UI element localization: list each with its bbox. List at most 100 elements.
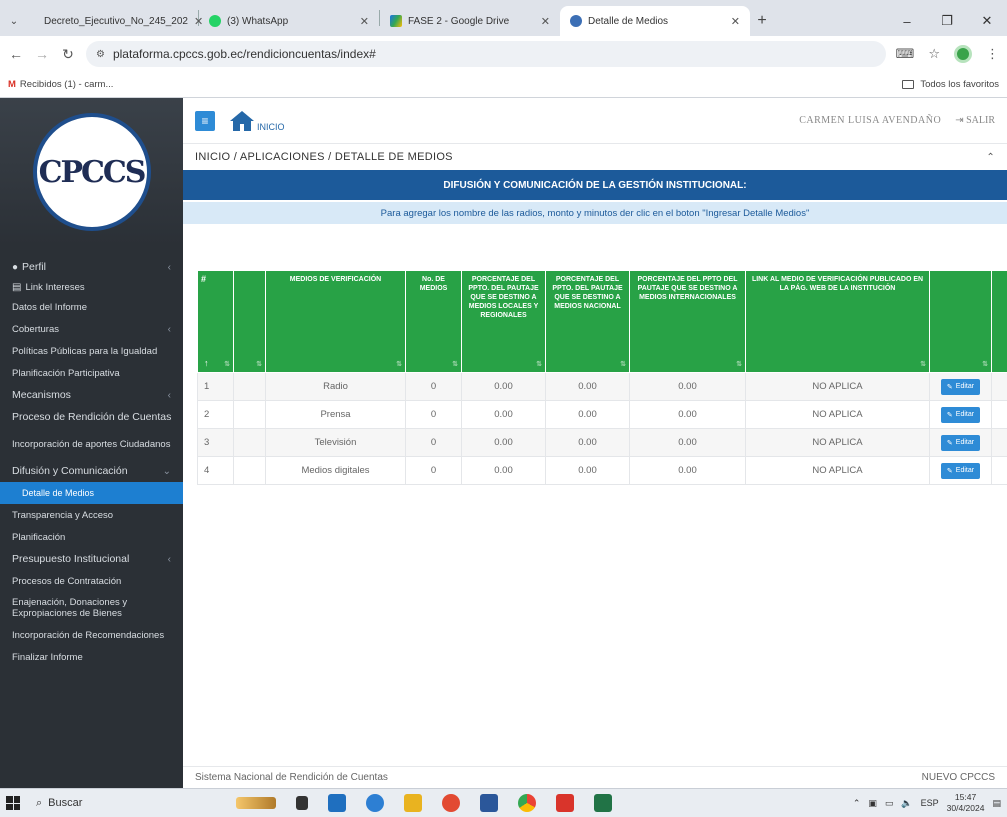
tab-search-chevron-icon[interactable]: ⌄ [0, 6, 28, 36]
sidebar-item-presupuesto[interactable]: Presupuesto Institucional ‹ [0, 548, 183, 570]
col-header-number[interactable]: # ↑ ⇅ [197, 270, 234, 373]
chevron-up-icon[interactable]: ⌃ [853, 798, 861, 809]
sidebar-item-perfil[interactable]: ● Perfil ‹ [0, 256, 183, 278]
cell-actions: ✎ Editar [929, 400, 992, 429]
col-header-actions[interactable]: ⇅ [929, 270, 992, 373]
star-icon[interactable]: ☆ [928, 46, 940, 62]
word-icon[interactable] [480, 794, 498, 812]
menu-icon[interactable]: ⋮ [986, 46, 999, 62]
translate-icon[interactable]: ⌨ [896, 46, 915, 62]
table-row: 1 Radio 0 0.00 0.00 0.00 NO APLICA ✎ Editar [197, 372, 1007, 401]
sidebar-item-aportes[interactable]: Incorporación de aportes Ciudadanos [0, 428, 183, 460]
edge-icon[interactable] [366, 794, 384, 812]
url-input[interactable]: ⚙ plataforma.cpccs.gob.ec/rendicioncuent… [86, 41, 886, 67]
media-icon[interactable] [442, 794, 460, 812]
chrome-icon[interactable] [518, 794, 536, 812]
cell-medio: Prensa [265, 400, 406, 429]
sidebar-item-planificacion[interactable]: Planificación [0, 526, 183, 548]
col-header-extra[interactable]: ⇅ [991, 270, 1007, 373]
language-indicator[interactable]: ESP [921, 798, 939, 808]
col-header-blank[interactable]: ⇅ [233, 270, 266, 373]
col-header-locales[interactable]: PORCENTAJE DEL PPTO. DEL PAUTAJE QUE SE … [461, 270, 546, 373]
cell-nacional: 0.00 [545, 456, 630, 485]
sidebar-item-datos-informe[interactable]: Datos del Informe [0, 296, 183, 318]
new-tab-icon[interactable]: + [750, 6, 774, 36]
cell-actions: ✎ Editar [929, 372, 992, 401]
clock[interactable]: 15:47 30/4/2024 [947, 792, 985, 814]
reload-icon[interactable]: ↻ [60, 46, 76, 63]
col-header-internacionales[interactable]: PORCENTAJE DEL PPTO DEL PAUTAJE QUE SE D… [629, 270, 746, 373]
close-tab-icon[interactable]: ✕ [541, 15, 550, 28]
sidebar-item-enajenacion[interactable]: Enajenación, Donaciones y Expropiaciones… [0, 592, 183, 624]
bookmark-gmail[interactable]: Recibidos (1) - carm... [20, 79, 113, 90]
battery-icon[interactable]: ▭ [885, 798, 894, 809]
cell-num: 0 [405, 372, 462, 401]
col-header-no-medios[interactable]: No. DE MEDIOS ⇅ [405, 270, 462, 373]
close-tab-icon[interactable]: ✕ [731, 15, 740, 28]
book-icon: ▤ [12, 281, 22, 293]
excel-icon[interactable] [594, 794, 612, 812]
windows-start-icon[interactable] [6, 796, 20, 810]
browser-tab[interactable]: (3) WhatsApp ✕ [199, 6, 379, 36]
sidebar-item-contratacion[interactable]: Procesos de Contratación [0, 570, 183, 592]
edit-button[interactable]: ✎ Editar [940, 462, 981, 479]
col-header-nacional[interactable]: PORCENTAJE DEL PPTO. DEL PAUTAJE QUE SE … [545, 270, 630, 373]
widget-icon[interactable] [236, 797, 276, 809]
row-number: 3 [197, 428, 234, 457]
table-header-row: # ↑ ⇅ ⇅ MEDIOS DE VERIFICACIÓN ⇅ No. DE MED… [197, 270, 1007, 373]
site-info-icon[interactable]: ⚙ [96, 49, 105, 60]
gmail-icon: M [8, 79, 16, 90]
restore-icon[interactable]: ❐ [927, 13, 967, 29]
logout-button[interactable]: ⇥ SALIR [955, 115, 995, 126]
acrobat-icon[interactable] [556, 794, 574, 812]
volume-icon[interactable]: 🔈 [901, 798, 912, 809]
cell-medio: Televisión [265, 428, 406, 457]
chevron-down-icon: ⌄ [162, 465, 171, 477]
sidebar-item-politicas[interactable]: Políticas Públicas para la Igualdad [0, 340, 183, 362]
footer: Sistema Nacional de Rendición de Cuentas… [183, 766, 1007, 788]
cell-link: NO APLICA [745, 400, 930, 429]
col-header-link[interactable]: LINK AL MEDIO DE VERIFICACIÓN PUBLICADO … [745, 270, 930, 373]
browser-tab-active[interactable]: Detalle de Medios ✕ [560, 6, 750, 36]
close-tab-icon[interactable]: ✕ [360, 15, 369, 28]
all-bookmarks-button[interactable]: Todos los favoritos [902, 79, 999, 90]
sidebar-item-planificacion-participativa[interactable]: Planificación Participativa [0, 362, 183, 384]
menu-toggle-button[interactable]: ≡ [195, 110, 215, 131]
notifications-icon[interactable]: ▤ [992, 798, 1001, 809]
edit-button[interactable]: ✎ Editar [940, 378, 981, 395]
back-icon[interactable]: ← [8, 46, 24, 62]
sidebar-item-rendicion[interactable]: Proceso de Rendición de Cuentas [0, 406, 183, 428]
search-icon: ⌕ [36, 796, 43, 809]
profile-avatar[interactable] [954, 45, 972, 63]
cell-num: 0 [405, 456, 462, 485]
sidebar-item-link-intereses[interactable]: ▤ Link Intereses [0, 278, 183, 296]
sidebar-item-detalle-medios[interactable]: Detalle de Medios [0, 482, 183, 504]
medios-table: # ↑ ⇅ ⇅ MEDIOS DE VERIFICACIÓN ⇅ No. DE MED… [197, 270, 1007, 485]
cell-internacional: 0.00 [629, 456, 746, 485]
close-window-icon[interactable]: ✕ [967, 13, 1007, 29]
network-icon[interactable]: ▣ [868, 798, 877, 809]
sidebar-item-coberturas[interactable]: Coberturas ‹ [0, 318, 183, 340]
edit-button[interactable]: ✎ Editar [940, 434, 981, 451]
cell-extra [991, 400, 1007, 429]
task-view-icon[interactable] [296, 796, 308, 810]
sidebar-item-mecanismos[interactable]: Mecanismos ‹ [0, 384, 183, 406]
home-link[interactable]: INICIO [229, 110, 285, 132]
sidebar-item-difusion[interactable]: Difusión y Comunicación ⌄ [0, 460, 183, 482]
sidebar-item-recomendaciones[interactable]: Incorporación de Recomendaciones [0, 624, 183, 646]
file-explorer-icon[interactable] [404, 794, 422, 812]
calculator-icon[interactable] [328, 794, 346, 812]
forward-icon[interactable]: → [34, 46, 50, 62]
taskbar-search[interactable]: ⌕ Buscar [36, 797, 226, 810]
sidebar-item-finalizar[interactable]: Finalizar Informe [0, 646, 183, 668]
minimize-icon[interactable]: – [887, 14, 927, 29]
browser-tab[interactable]: Decreto_Ejecutivo_No_245_202 ✕ [28, 6, 203, 36]
sidebar-item-transparencia[interactable]: Transparencia y Acceso [0, 504, 183, 526]
col-header-medios[interactable]: MEDIOS DE VERIFICACIÓN ⇅ [265, 270, 406, 373]
edit-button[interactable]: ✎ Editar [940, 406, 981, 423]
cell-nacional: 0.00 [545, 428, 630, 457]
chevron-left-icon: ‹ [167, 553, 171, 565]
collapse-icon[interactable]: ⌃ [986, 152, 995, 163]
sidebar: CPCCS ● Perfil ‹ ▤ Link Intereses Datos del… [0, 98, 183, 788]
browser-tab[interactable]: FASE 2 - Google Drive ✕ [380, 6, 560, 36]
